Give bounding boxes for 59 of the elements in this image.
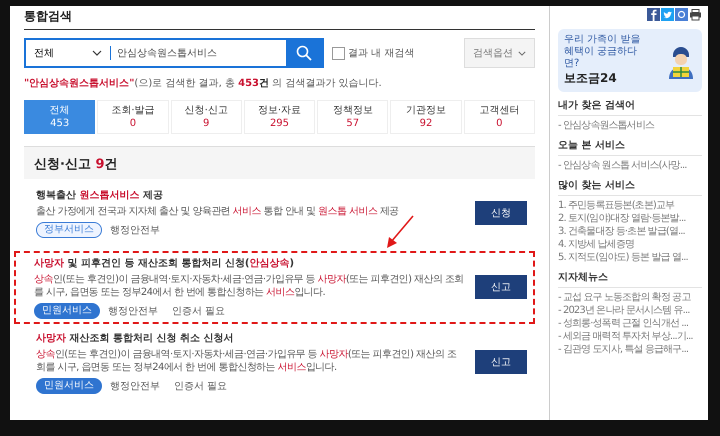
category-tab[interactable]: 기관정보 92 bbox=[390, 100, 462, 134]
share-icon[interactable] bbox=[675, 8, 688, 21]
apply-button[interactable]: 신고 bbox=[475, 275, 527, 299]
result-title[interactable]: 행복출산 원스톱서비스 제공 bbox=[36, 188, 465, 202]
service-tag: 민원서비스 bbox=[36, 378, 102, 394]
category-tab[interactable]: 정보·자료 295 bbox=[244, 100, 316, 134]
agency-label: 행정안전부 bbox=[110, 380, 160, 392]
refine-label: 결과 내 재검색 bbox=[348, 47, 414, 60]
sidebar-link[interactable]: - 김관영 도지사, 특설 응급해구... bbox=[558, 343, 702, 356]
result-description: 상속인(또는 후견인)이 금융내역·토지·자동차·세금·연금·가입유무 등 사망자(또는 피후견인) 재산의 조회를 시구, 읍면동 또는 정부24에서 한 번에 통합신청하는 서비스입니다. bbox=[34, 272, 465, 300]
requirement-note: 인증서 필요 bbox=[172, 304, 226, 318]
search-button[interactable] bbox=[286, 40, 322, 66]
refine-checkbox[interactable] bbox=[332, 46, 345, 60]
result-title[interactable]: 사망자 재산조회 통합처리 신청 취소 신청서 bbox=[36, 330, 465, 344]
sidebar-link[interactable]: - 안심상속 원스톱 서비스(사망... bbox=[558, 159, 702, 172]
banner-caption: 우리 가족이 받을 혜택이 궁금하다면? bbox=[564, 34, 642, 70]
sidebar-link[interactable]: 4. 지방세 납세증명 bbox=[558, 238, 702, 251]
apply-button[interactable]: 신고 bbox=[475, 350, 527, 374]
sidebar-heading: 많이 찾는 서비스 bbox=[558, 178, 702, 196]
search-bar[interactable]: 전체 안심상속원스톱서비스 bbox=[24, 38, 324, 68]
sidebar-link[interactable]: 5. 지적도(임야도) 등본 발급 열... bbox=[558, 251, 702, 264]
category-tab[interactable]: 조회·발급 0 bbox=[97, 100, 169, 134]
search-options-button[interactable]: 검색옵션 bbox=[464, 38, 535, 68]
page-title: 통합검색 bbox=[24, 6, 535, 30]
apply-button[interactable]: 신청 bbox=[475, 200, 527, 225]
search-icon bbox=[296, 45, 312, 61]
category-tab[interactable]: 고객센터 0 bbox=[464, 100, 535, 134]
category-tab[interactable]: 신청·신고 9 bbox=[170, 100, 242, 134]
chevron-down-icon bbox=[518, 50, 526, 56]
sidebar-link[interactable]: - 안심상속원스톱서비스 bbox=[558, 119, 702, 132]
sidebar-link[interactable]: - 성희롱·성폭력 근절 인식개선 ... bbox=[558, 317, 702, 330]
service-tag: 민원서비스 bbox=[34, 302, 100, 318]
sidebar-link[interactable]: - 세외금 매력적 투자처 부상...기... bbox=[558, 330, 702, 343]
agency-label: 행정안전부 bbox=[110, 224, 160, 236]
twitter-icon[interactable] bbox=[661, 8, 674, 21]
sidebar-link[interactable]: - 2023년 온나라 문서시스템 유... bbox=[558, 304, 702, 317]
category-tab[interactable]: 정책정보 57 bbox=[317, 100, 388, 134]
print-icon[interactable] bbox=[689, 8, 702, 21]
result-title[interactable]: 사망자 및 피후견인 등 재산조회 통합처리 신청(안심상속) bbox=[34, 256, 465, 270]
result-description: 출산 가정에게 전국과 지자체 출산 및 양육관련 서비스 통합 안내 및 원스톱 서비스 제공 bbox=[36, 205, 400, 218]
sidebar-link[interactable]: 1. 주민등록표등본(초본)교부 bbox=[558, 199, 702, 212]
subsidy-banner[interactable]: 우리 가족이 받을 혜택이 궁금하다면? 보조금24 bbox=[558, 29, 702, 92]
agency-label: 행정안전부 bbox=[108, 304, 158, 318]
sidebar-heading: 내가 찾은 검색어 bbox=[558, 98, 702, 116]
chevron-down-icon bbox=[92, 50, 102, 56]
requirement-note: 인증서 필요 bbox=[174, 380, 228, 392]
result-description: 상속인(또는 후견인)이 금융내역·토지·자동차·세금·연금·가입유무 등 사망자(또는 피후견인) 재산의 조회를 시구, 읍면동 또는 정부24에서 한 번에 통합신청하는 서비스입니다. bbox=[36, 348, 458, 374]
sidebar-link[interactable]: 2. 토지(임야)대장 열람·등본발... bbox=[558, 212, 702, 225]
category-tab[interactable]: 전체 453 bbox=[24, 100, 96, 134]
sidebar-link[interactable]: - 교섭 요구 노동조합의 확정 공고 bbox=[558, 291, 702, 304]
sidebar-link[interactable]: 3. 건축물대장 등·초본 발급(열... bbox=[558, 225, 702, 238]
facebook-icon[interactable] bbox=[647, 8, 660, 21]
arrow-annotation bbox=[385, 214, 415, 248]
service-tag: 정부서비스 bbox=[36, 222, 102, 238]
section-title: 신청·신고 9건 bbox=[34, 157, 118, 172]
banner-title: 보조금24 bbox=[564, 70, 618, 87]
sidebar-heading: 오늘 본 서비스 bbox=[558, 138, 702, 156]
sidebar-heading: 지자체뉴스 bbox=[558, 270, 702, 288]
result-summary: "안심상속원스톱서비스"(으)로 검색한 결과, 총 453건 의 검색결과가 있습니다. bbox=[24, 77, 383, 90]
